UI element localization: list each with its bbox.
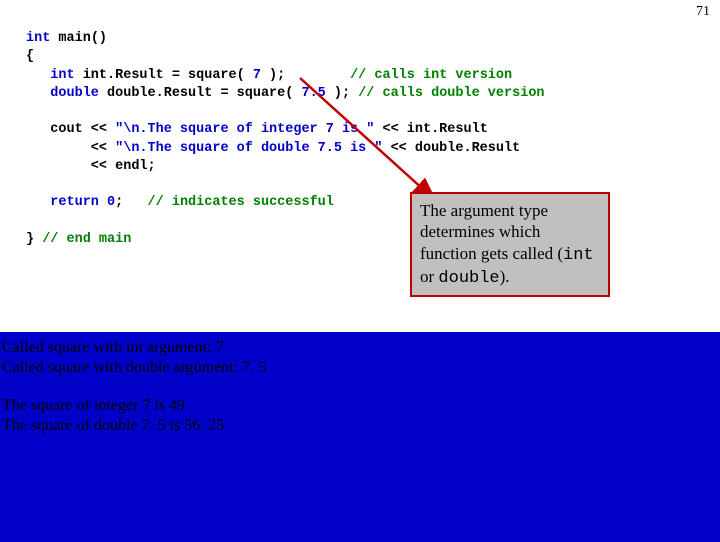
comment: // indicates successful (148, 195, 342, 210)
code-line: { (26, 49, 34, 64)
string-literal: "\n.The square of integer 7 is " (115, 122, 374, 137)
code-line: int int.Result = square( 7 ); // calls i… (26, 68, 512, 83)
code-text (99, 195, 107, 210)
program-output: Called square with int argument: 7 Calle… (0, 332, 720, 542)
output-line: The square of double 7. 5 is 56. 25 (2, 416, 712, 436)
callout-text: ). (500, 267, 510, 286)
literal: 7.5 (301, 86, 325, 101)
code-line: return 0; // indicates successful (26, 195, 342, 210)
callout-text: The argument type determines which funct… (420, 201, 563, 263)
code-text: << double.Result (382, 141, 520, 156)
code-text: } (26, 232, 42, 247)
keyword: int (26, 31, 50, 46)
code-line: << "\n.The square of double 7.5 is " << … (26, 141, 520, 156)
code-text: ); (326, 86, 358, 101)
code-text: << (26, 141, 115, 156)
code-block: int main() { int int.Result = square( 7 … (0, 0, 720, 332)
callout-box: The argument type determines which funct… (410, 192, 610, 297)
output-line: Called square with double argument: 7. 5 (2, 358, 712, 378)
code-text: ); (261, 68, 350, 83)
output-gap (2, 378, 712, 396)
code-text: double.Result = square( (99, 86, 302, 101)
output-line: Called square with int argument: 7 (2, 338, 712, 358)
output-line: The square of integer 7 is 49 (2, 396, 712, 416)
keyword: return (26, 195, 99, 210)
comment: // calls int version (350, 68, 512, 83)
code-text: int.Result = square( (75, 68, 253, 83)
callout-mono: double (438, 269, 499, 288)
code-text: ; (115, 195, 147, 210)
code-text: << int.Result (374, 122, 487, 137)
code-line: } // end main (26, 232, 131, 247)
literal: 0 (107, 195, 115, 210)
string-literal: "\n.The square of double 7.5 is " (115, 141, 382, 156)
keyword: double (26, 86, 99, 101)
comment: // end main (42, 232, 131, 247)
code-line: double double.Result = square( 7.5 ); //… (26, 86, 545, 101)
code-text: main() (50, 31, 107, 46)
callout-mono: int (563, 246, 594, 265)
code-text: cout << (26, 122, 115, 137)
code-line: << endl; (26, 159, 172, 174)
comment: // calls double version (358, 86, 544, 101)
callout-text: or (420, 267, 438, 286)
code-line: cout << "\n.The square of integer 7 is "… (26, 122, 488, 137)
literal: 7 (253, 68, 261, 83)
code-line: int main() (26, 31, 107, 46)
keyword: int (26, 68, 75, 83)
